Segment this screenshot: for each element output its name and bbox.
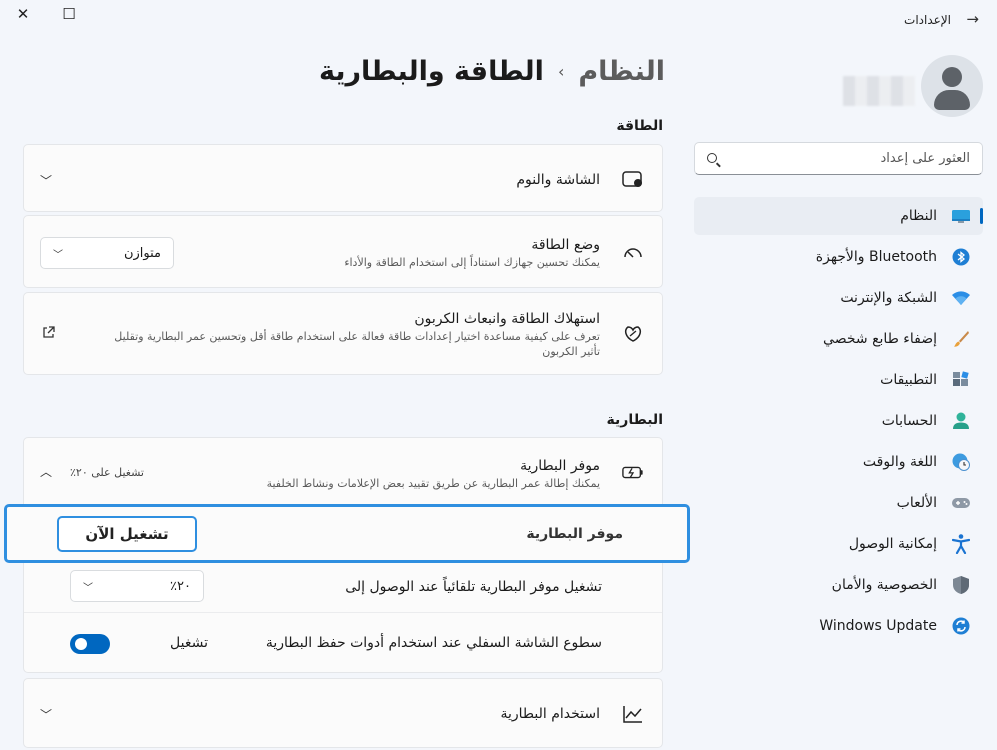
globe-clock-icon [951,452,971,472]
screen-sleep-icon [622,169,644,191]
energy-title: استهلاك الطاقة وانبعاث الكربون [414,311,600,327]
screen-sleep-title: الشاشة والنوم [516,172,600,188]
sidebar-item-label: التطبيقات [880,372,937,388]
sidebar-item-system[interactable]: النظام [694,197,983,235]
sidebar-nav: النظام Bluetooth والأجهزة الشبكة والإنتر… [694,197,983,648]
sidebar-item-apps[interactable]: التطبيقات [694,361,983,399]
chevron-down-icon[interactable]: ﹀ [40,172,52,189]
sidebar-item-bluetooth[interactable]: Bluetooth والأجهزة [694,238,983,276]
battery-usage-card[interactable]: استخدام البطارية ﹀ [23,678,663,748]
sidebar-item-privacy[interactable]: الخصوصية والأمان [694,566,983,604]
auto-on-row: تشغيل موفر البطارية تلقائياً عند الوصول … [24,562,662,612]
auto-on-label: تشغيل موفر البطارية تلقائياً عند الوصول … [345,579,602,595]
breadcrumb-parent[interactable]: النظام [578,56,665,87]
power-mode-dropdown[interactable]: متوازن ﹀ [40,237,174,269]
close-icon: ✕ [16,5,30,23]
apps-icon [951,370,971,390]
power-mode-icon [622,240,644,262]
back-button[interactable]: → [966,10,979,28]
power-mode-card: وضع الطاقة يمكنك تحسين جهازك استناداً إل… [23,215,663,288]
brush-icon [951,329,971,349]
sidebar-item-accessibility[interactable]: إمكانية الوصول [694,525,983,563]
sidebar-item-label: اللغة والوقت [862,454,937,470]
bluetooth-icon [951,247,971,267]
sidebar-item-label: النظام [900,208,937,224]
section-title-power: الطاقة [616,118,663,134]
monitor-icon [951,206,971,226]
brightness-toggle[interactable] [70,634,110,654]
battery-saver-icon [622,461,644,483]
sidebar-item-windows-update[interactable]: Windows Update [694,607,983,645]
energy-subtitle-line1: تعرف على كيفية مساعدة اختيار إعدادات طاق… [114,330,600,343]
breadcrumb: النظام › الطاقة والبطارية [319,56,665,87]
energy-carbon-card[interactable]: استهلاك الطاقة وانبعاث الكربون تعرف على … [23,292,663,375]
sidebar-item-personalization[interactable]: إضفاء طابع شخصي [694,320,983,358]
chart-icon [622,703,644,725]
battery-saver-row-label: موفر البطارية [526,526,623,542]
energy-subtitle-line2: تأثير الكربون [542,345,600,358]
battery-usage-title: استخدام البطارية [500,706,600,722]
sidebar-item-label: الحسابات [881,413,937,429]
external-link-icon[interactable] [42,326,55,343]
chevron-up-icon[interactable]: ︿ [40,463,52,480]
power-mode-value: متوازن [123,245,161,261]
sidebar-item-label: الألعاب [896,495,937,511]
maximize-icon: ☐ [62,5,76,23]
battery-saver-subtitle: يمكنك إطالة عمر البطارية عن طريق تقييد ب… [266,477,600,490]
sidebar-item-label: إمكانية الوصول [848,536,937,552]
sidebar-item-label: الخصوصية والأمان [831,577,937,593]
chevron-down-icon: ﹀ [53,249,63,261]
page-title: الطاقة والبطارية [318,56,544,87]
leaf-icon [622,323,644,345]
sidebar-item-label: Windows Update [819,618,937,634]
battery-saver-now-row: موفر البطارية تشغيل الآن [4,504,690,563]
app-title: الإعدادات [904,13,951,27]
sidebar-item-gaming[interactable]: الألعاب [694,484,983,522]
sidebar-item-network[interactable]: الشبكة والإنترنت [694,279,983,317]
brightness-state: تشغيل [170,635,208,651]
avatar-body [934,90,970,110]
accessibility-icon [951,534,971,554]
power-mode-subtitle: يمكنك تحسين جهازك استناداً إلى استخدام ا… [344,256,600,269]
battery-saver-status: تشغيل على ٢٠٪ [70,466,144,479]
sidebar-item-time-language[interactable]: اللغة والوقت [694,443,983,481]
sidebar-item-label: Bluetooth والأجهزة [815,249,937,265]
gamepad-icon [951,493,971,513]
brightness-row: سطوع الشاشة السفلي عند استخدام أدوات حفظ… [24,613,662,673]
sidebar-item-label: الشبكة والإنترنت [840,290,937,306]
search-box[interactable] [694,142,983,175]
power-mode-title: وضع الطاقة [531,237,600,253]
update-icon [951,616,971,636]
screen-sleep-card[interactable]: الشاشة والنوم ﹀ [23,144,663,212]
battery-saver-header[interactable]: موفر البطارية يمكنك إطالة عمر البطارية ع… [24,438,662,504]
battery-saver-title: موفر البطارية [520,458,600,474]
auto-on-value: ٢٠٪ [170,578,191,594]
section-title-battery: البطارية [606,412,663,428]
chevron-down-icon: ﹀ [83,582,93,594]
sidebar-item-label: إضفاء طابع شخصي [823,331,937,347]
shield-icon [951,575,971,595]
close-button[interactable]: ✕ [0,0,46,28]
turn-on-now-button[interactable]: تشغيل الآن [57,516,197,552]
avatar-head [942,67,962,87]
back-arrow-icon: → [966,10,979,28]
blurred-user-name [843,76,915,106]
chevron-down-icon[interactable]: ﹀ [40,706,52,723]
brightness-label: سطوع الشاشة السفلي عند استخدام أدوات حفظ… [265,635,602,651]
avatar [921,55,983,117]
wifi-icon [951,288,971,308]
auto-on-dropdown[interactable]: ٢٠٪ ﹀ [70,570,204,602]
breadcrumb-separator: › [557,62,565,81]
search-input[interactable] [695,143,982,174]
search-icon [707,153,717,163]
sidebar-item-accounts[interactable]: الحسابات [694,402,983,440]
person-icon [951,411,971,431]
maximize-button[interactable]: ☐ [46,0,92,28]
